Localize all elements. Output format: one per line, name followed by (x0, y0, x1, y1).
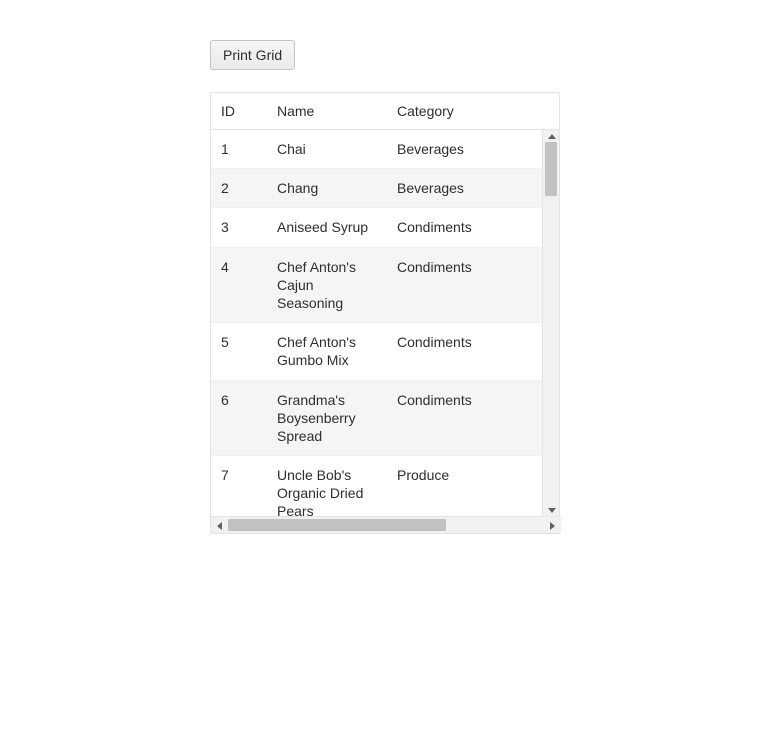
cell-category: Produce (387, 456, 537, 516)
horizontal-scrollbar-track[interactable] (228, 517, 544, 533)
main-container: Print Grid ID Name Category 1 Chai Bever… (210, 40, 560, 534)
table-row[interactable]: 5 Chef Anton's Gumbo Mix Condiments (211, 323, 559, 380)
table-row[interactable]: 3 Aniseed Syrup Condiments (211, 208, 559, 247)
horizontal-scrollbar[interactable] (211, 516, 561, 533)
cell-category: Condiments (387, 248, 537, 323)
print-grid-button[interactable]: Print Grid (210, 40, 295, 70)
cell-category: Condiments (387, 381, 537, 456)
cell-id: 3 (211, 208, 267, 246)
cell-name: Chef Anton's Gumbo Mix (267, 323, 387, 379)
cell-name: Chang (267, 169, 387, 207)
table-row[interactable]: 4 Chef Anton's Cajun Seasoning Condiment… (211, 248, 559, 324)
column-header-category[interactable]: Category (387, 93, 537, 129)
data-grid: ID Name Category 1 Chai Beverages 2 Chan… (210, 92, 560, 534)
column-header-name[interactable]: Name (267, 93, 387, 129)
cell-name: Aniseed Syrup (267, 208, 387, 246)
cell-id: 6 (211, 381, 267, 456)
chevron-left-icon (217, 522, 222, 530)
column-header-id[interactable]: ID (211, 93, 267, 129)
cell-id: 4 (211, 248, 267, 323)
chevron-right-icon (550, 522, 555, 530)
horizontal-scrollbar-thumb[interactable] (228, 519, 446, 531)
scroll-right-button[interactable] (544, 517, 561, 534)
cell-name: Uncle Bob's Organic Dried Pears (267, 456, 387, 516)
cell-name: Chef Anton's Cajun Seasoning (267, 248, 387, 323)
table-row[interactable]: 6 Grandma's Boysenberry Spread Condiment… (211, 381, 559, 457)
cell-id: 7 (211, 456, 267, 516)
vertical-scrollbar[interactable] (542, 130, 559, 516)
cell-id: 2 (211, 169, 267, 207)
cell-category: Condiments (387, 208, 537, 246)
chevron-up-icon (548, 134, 556, 139)
table-row[interactable]: 2 Chang Beverages (211, 169, 559, 208)
chevron-down-icon (548, 508, 556, 513)
grid-body-wrapper: 1 Chai Beverages 2 Chang Beverages 3 Ani… (211, 130, 559, 516)
table-row[interactable]: 1 Chai Beverages (211, 130, 559, 169)
cell-id: 5 (211, 323, 267, 379)
cell-name: Grandma's Boysenberry Spread (267, 381, 387, 456)
cell-category: Condiments (387, 323, 537, 379)
scroll-left-button[interactable] (211, 517, 228, 534)
cell-id: 1 (211, 130, 267, 168)
cell-category: Beverages (387, 130, 537, 168)
grid-body: 1 Chai Beverages 2 Chang Beverages 3 Ani… (211, 130, 559, 516)
grid-header-row: ID Name Category (211, 93, 559, 130)
scroll-down-button[interactable] (543, 504, 559, 516)
cell-category: Beverages (387, 169, 537, 207)
scroll-up-button[interactable] (543, 130, 559, 142)
table-row[interactable]: 7 Uncle Bob's Organic Dried Pears Produc… (211, 456, 559, 516)
vertical-scrollbar-thumb[interactable] (545, 142, 557, 196)
cell-name: Chai (267, 130, 387, 168)
